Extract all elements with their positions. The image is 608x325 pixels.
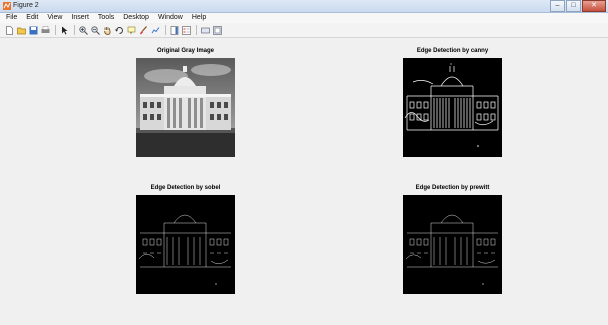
sobel-edges-graphic — [136, 195, 235, 294]
prewitt-edges-graphic — [403, 195, 502, 294]
rotate-3d-icon — [114, 26, 123, 34]
colorbar-button[interactable] — [169, 25, 179, 35]
colorbar-icon — [170, 25, 178, 35]
original-photo-graphic — [136, 58, 235, 157]
window-title: Figure 2 — [13, 2, 39, 9]
print-button[interactable] — [40, 25, 50, 35]
canny-edge-image — [403, 58, 502, 157]
maximize-button[interactable]: □ — [566, 0, 581, 12]
data-cursor-icon — [127, 26, 135, 34]
pan-button[interactable] — [102, 25, 112, 35]
original-gray-image — [136, 58, 235, 157]
pan-hand-icon — [103, 26, 111, 35]
panel-title-original: Original Gray Image — [156, 48, 215, 54]
toolbar-separator — [196, 25, 197, 35]
menu-desktop[interactable]: Desktop — [123, 13, 149, 23]
matlab-figure-icon — [3, 2, 11, 10]
menu-file[interactable]: File — [6, 13, 17, 23]
open-file-button[interactable] — [16, 25, 26, 35]
brush-icon — [139, 25, 147, 34]
menu-window[interactable]: Window — [158, 13, 183, 23]
data-cursor-button[interactable] — [126, 25, 136, 35]
link-plot-button[interactable] — [150, 25, 160, 35]
link-plot-icon — [151, 26, 159, 33]
canny-edges-graphic — [403, 58, 502, 157]
zoom-in-icon — [78, 25, 88, 35]
edit-plot-arrow-icon — [61, 26, 67, 34]
menu-insert[interactable]: Insert — [71, 13, 89, 23]
zoom-out-icon — [90, 25, 100, 35]
legend-button[interactable] — [181, 25, 191, 35]
figure-toolbar — [0, 23, 608, 38]
hide-plot-tools-icon — [200, 27, 210, 33]
figure-canvas[interactable]: Original Gray Image Edge Detection by ca… — [0, 38, 608, 325]
zoom-in-button[interactable] — [78, 25, 88, 35]
menu-view[interactable]: View — [47, 13, 62, 23]
hide-plot-tools-button[interactable] — [200, 25, 210, 35]
panel-title-prewitt: Edge Detection by prewitt — [415, 185, 490, 191]
new-figure-button[interactable] — [4, 25, 14, 35]
save-icon — [29, 26, 37, 34]
close-button[interactable]: ✕ — [582, 0, 606, 12]
toolbar-separator — [74, 25, 75, 35]
toolbar-separator — [55, 25, 56, 35]
brush-button[interactable] — [138, 25, 148, 35]
panel-title-sobel: Edge Detection by sobel — [150, 185, 221, 191]
show-plot-tools-icon — [212, 25, 222, 35]
toolbar-separator — [165, 25, 166, 35]
window-controls: – □ ✕ — [549, 0, 606, 12]
edit-plot-button[interactable] — [59, 25, 69, 35]
legend-icon — [181, 25, 191, 35]
panel-title-canny: Edge Detection by canny — [416, 48, 489, 54]
menu-tools[interactable]: Tools — [98, 13, 114, 23]
window-titlebar[interactable]: Figure 2 – □ ✕ — [0, 0, 608, 13]
menu-help[interactable]: Help — [192, 13, 206, 23]
print-icon — [41, 25, 49, 33]
menubar: File Edit View Insert Tools Desktop Wind… — [0, 13, 608, 23]
rotate-3d-button[interactable] — [114, 25, 124, 35]
prewitt-edge-image — [403, 195, 502, 294]
new-figure-icon — [5, 25, 13, 35]
menu-edit[interactable]: Edit — [26, 13, 38, 23]
show-plot-tools-button[interactable] — [212, 25, 222, 35]
open-file-icon — [16, 27, 26, 34]
sobel-edge-image — [136, 195, 235, 294]
save-button[interactable] — [28, 25, 38, 35]
zoom-out-button[interactable] — [90, 25, 100, 35]
minimize-button[interactable]: – — [550, 0, 565, 12]
